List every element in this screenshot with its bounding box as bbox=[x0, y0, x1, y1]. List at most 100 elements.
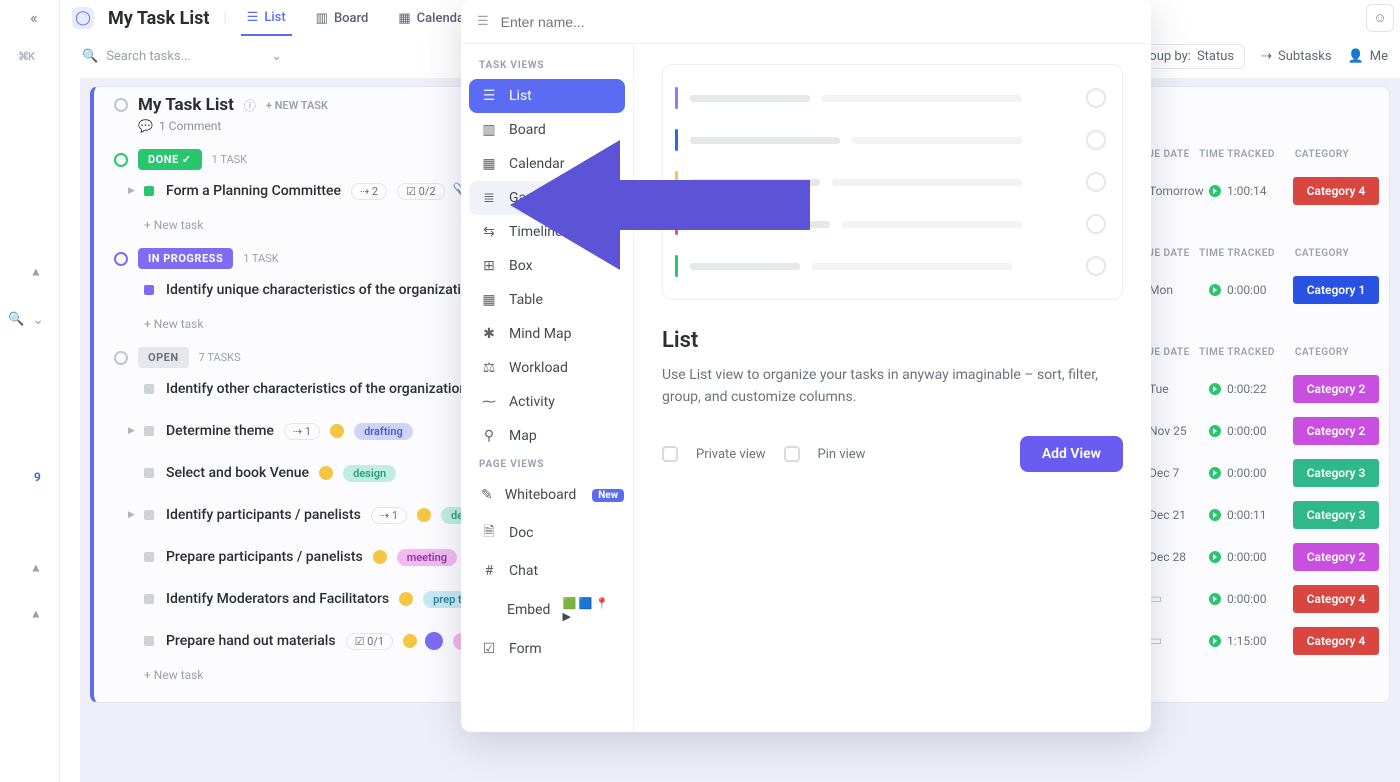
play-icon[interactable] bbox=[1209, 383, 1221, 395]
tag-chip[interactable]: design bbox=[343, 465, 396, 482]
status-circle-icon[interactable] bbox=[114, 351, 128, 365]
play-icon[interactable] bbox=[1209, 509, 1221, 521]
search-icon[interactable]: 🔍 bbox=[8, 312, 24, 328]
expand-icon[interactable]: ▶ bbox=[128, 510, 135, 520]
play-icon[interactable] bbox=[1209, 284, 1221, 296]
view-option-gantt[interactable]: ≣Gantt bbox=[469, 181, 625, 215]
tag-chip[interactable]: meeting bbox=[397, 549, 457, 566]
play-icon[interactable] bbox=[1209, 185, 1221, 197]
view-option-embed[interactable]: Embed🟩 🟦 📍 ▶ bbox=[469, 588, 625, 632]
priority-flag[interactable] bbox=[373, 550, 387, 564]
status-square-icon[interactable] bbox=[144, 510, 154, 520]
status-square-icon[interactable] bbox=[144, 636, 154, 646]
status-square-icon[interactable] bbox=[144, 426, 154, 436]
search-input[interactable]: 🔍 Search tasks... ⌄ bbox=[82, 49, 282, 64]
time-tracked[interactable]: 0:00:00 bbox=[1209, 466, 1293, 480]
checklist-progress[interactable]: ☑ 0/1 bbox=[346, 633, 394, 650]
subtask-count[interactable]: ⇢ 1 bbox=[371, 507, 407, 524]
collapse-sidebar-icon[interactable]: « bbox=[30, 8, 38, 27]
play-icon[interactable] bbox=[1209, 551, 1221, 563]
due-date[interactable]: Dec 28 bbox=[1149, 550, 1209, 564]
expand-icon[interactable]: ▶ bbox=[128, 186, 135, 196]
play-icon[interactable] bbox=[1209, 593, 1221, 605]
private-view-checkbox[interactable] bbox=[662, 446, 678, 462]
due-date[interactable]: Mon bbox=[1149, 283, 1209, 297]
chevron-down-icon[interactable]: ⌄ bbox=[32, 312, 44, 328]
view-option-timeline[interactable]: ⇆Timeline bbox=[469, 215, 625, 249]
chevron-down-icon[interactable]: ⌄ bbox=[271, 49, 282, 64]
me-filter[interactable]: 👤 Me bbox=[1348, 49, 1388, 64]
view-option-activity[interactable]: ⁓Activity bbox=[469, 385, 625, 419]
new-task-button[interactable]: + NEW TASK bbox=[266, 99, 328, 112]
time-tracked[interactable]: 1:15:00 bbox=[1209, 634, 1293, 648]
time-tracked[interactable]: 0:00:00 bbox=[1209, 550, 1293, 564]
time-tracked[interactable]: 0:00:00 bbox=[1209, 592, 1293, 606]
view-option-doc[interactable]: 🗎Doc bbox=[469, 512, 625, 554]
time-tracked[interactable]: 0:00:11 bbox=[1209, 508, 1293, 522]
due-date[interactable]: Tomorrow bbox=[1149, 184, 1209, 198]
status-circle-icon[interactable] bbox=[114, 153, 128, 167]
tab-board[interactable]: ▥Board bbox=[310, 0, 375, 36]
priority-flag[interactable] bbox=[319, 466, 333, 480]
status-chip[interactable]: OPEN bbox=[138, 347, 189, 368]
view-option-workload[interactable]: ⚖Workload bbox=[469, 351, 625, 385]
priority-flag[interactable] bbox=[399, 592, 413, 606]
pin-view-checkbox[interactable] bbox=[784, 446, 800, 462]
due-date-placeholder[interactable]: ▭ bbox=[1149, 633, 1209, 649]
view-option-whiteboard[interactable]: ✎WhiteboardNew bbox=[469, 478, 625, 512]
status-square-icon[interactable] bbox=[144, 285, 154, 295]
priority-flag[interactable] bbox=[403, 634, 417, 648]
view-option-calendar[interactable]: ▦Calendar bbox=[469, 147, 625, 181]
priority-flag[interactable] bbox=[330, 424, 344, 438]
category-badge[interactable]: Category 4 bbox=[1293, 177, 1379, 205]
due-date[interactable]: Nov 25 bbox=[1149, 424, 1209, 438]
view-name-input[interactable] bbox=[499, 13, 619, 31]
status-circle-icon[interactable] bbox=[114, 252, 128, 266]
chevron-right-icon[interactable]: ▸ bbox=[28, 610, 44, 617]
view-option-mind-map[interactable]: ✱Mind Map bbox=[469, 317, 625, 351]
add-view-button[interactable]: Add View bbox=[1020, 436, 1123, 472]
view-option-form[interactable]: ☑Form bbox=[469, 632, 625, 666]
notification-count[interactable]: 9 bbox=[34, 470, 41, 484]
chevron-right-icon[interactable]: ▸ bbox=[28, 268, 44, 275]
view-option-list[interactable]: ☰List bbox=[469, 79, 625, 113]
time-tracked[interactable]: 0:00:22 bbox=[1209, 382, 1293, 396]
category-badge[interactable]: Category 2 bbox=[1293, 543, 1379, 571]
status-square-icon[interactable] bbox=[144, 384, 154, 394]
subtasks-toggle[interactable]: ⇢ Subtasks bbox=[1261, 49, 1331, 64]
assistant-button[interactable]: ☺ bbox=[1366, 4, 1394, 32]
status-chip[interactable]: IN PROGRESS bbox=[138, 248, 233, 269]
due-date-placeholder[interactable]: ▭ bbox=[1149, 591, 1209, 607]
status-chip[interactable]: DONE ✓ bbox=[138, 149, 202, 170]
play-icon[interactable] bbox=[1209, 425, 1221, 437]
tab-list[interactable]: ☰List bbox=[241, 0, 292, 36]
view-option-board[interactable]: ▥Board bbox=[469, 113, 625, 147]
play-icon[interactable] bbox=[1209, 467, 1221, 479]
status-square-icon[interactable] bbox=[144, 594, 154, 604]
view-option-table[interactable]: ▦Table bbox=[469, 283, 625, 317]
category-badge[interactable]: Category 4 bbox=[1293, 585, 1379, 613]
due-date[interactable]: Dec 21 bbox=[1149, 508, 1209, 522]
subtask-count[interactable]: ⇢ 2 bbox=[351, 183, 387, 200]
status-square-icon[interactable] bbox=[144, 186, 154, 196]
view-option-map[interactable]: ⚲Map bbox=[469, 419, 625, 453]
tag-chip[interactable]: drafting bbox=[354, 423, 413, 440]
status-square-icon[interactable] bbox=[144, 552, 154, 562]
play-icon[interactable] bbox=[1209, 635, 1221, 647]
view-option-chat[interactable]: #Chat bbox=[469, 554, 625, 588]
time-tracked[interactable]: 0:00:00 bbox=[1209, 424, 1293, 438]
time-tracked[interactable]: 0:00:00 bbox=[1209, 283, 1293, 297]
category-badge[interactable]: Category 3 bbox=[1293, 459, 1379, 487]
category-badge[interactable]: Category 3 bbox=[1293, 501, 1379, 529]
category-badge[interactable]: Category 4 bbox=[1293, 627, 1379, 655]
priority-flag[interactable] bbox=[417, 508, 431, 522]
info-icon[interactable]: ⓘ bbox=[244, 97, 256, 114]
checklist-progress[interactable]: ☑ 0/2 bbox=[397, 183, 445, 200]
category-badge[interactable]: Category 1 bbox=[1293, 276, 1379, 304]
expand-icon[interactable]: ▶ bbox=[128, 426, 135, 436]
time-tracked[interactable]: 1:00:14 bbox=[1209, 184, 1293, 198]
subtask-count[interactable]: ⇢ 1 bbox=[284, 423, 320, 440]
status-square-icon[interactable] bbox=[144, 468, 154, 478]
due-date[interactable]: Dec 7 bbox=[1149, 466, 1209, 480]
chevron-right-icon[interactable]: ▸ bbox=[28, 564, 44, 571]
